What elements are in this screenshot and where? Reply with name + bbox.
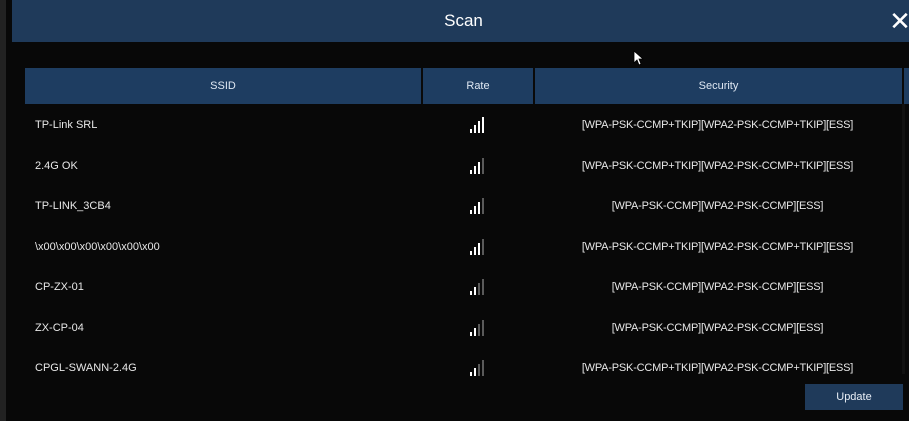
table-row[interactable]: CP-ZX-01 [WPA-PSK-CCMP][WPA2-PSK-CCMP][ES… xyxy=(25,267,909,308)
signal-bar xyxy=(474,327,476,336)
signal-bar xyxy=(470,210,472,215)
signal-bar xyxy=(470,372,472,377)
security-cell: [WPA-PSK-CCMP+TKIP][WPA2-PSK-CCMP+TKIP][… xyxy=(581,119,854,132)
signal-strength-icon xyxy=(470,198,484,215)
signal-bar xyxy=(474,125,476,134)
signal-bar xyxy=(478,283,480,296)
signal-bar xyxy=(482,319,484,336)
security-cell: [WPA-PSK-CCMP+TKIP][WPA2-PSK-CCMP+TKIP][… xyxy=(581,159,854,172)
signal-strength-icon xyxy=(470,238,484,255)
header-ssid[interactable]: SSID xyxy=(25,68,421,104)
signal-bar xyxy=(482,198,484,215)
signal-bar xyxy=(478,161,480,174)
mouse-cursor-icon xyxy=(633,50,645,66)
rate-cell xyxy=(421,360,533,377)
ssid-cell: 2.4G OK xyxy=(35,159,78,172)
ssid-cell: TP-LINK_3CB4 xyxy=(35,200,111,213)
header-rate[interactable]: Rate xyxy=(421,68,533,104)
rate-cell xyxy=(421,117,533,134)
rate-cell xyxy=(421,198,533,215)
signal-bar xyxy=(474,368,476,377)
security-cell: [WPA-PSK-CCMP][WPA2-PSK-CCMP][ESS] xyxy=(611,281,824,294)
header-spacer xyxy=(902,68,909,104)
header-security[interactable]: Security xyxy=(533,68,902,104)
rate-cell xyxy=(421,279,533,296)
ssid-cell: ZX-CP-04 xyxy=(35,321,84,334)
scrollbar[interactable] xyxy=(902,104,905,374)
wifi-scan-table: SSID Rate Security TP-Link SRL [WPA-PSK-C… xyxy=(25,68,909,389)
table-row[interactable]: ZX-CP-04 [WPA-PSK-CCMP][WPA2-PSK-CCMP][ES… xyxy=(25,308,909,349)
signal-bar xyxy=(474,287,476,296)
signal-bar xyxy=(478,364,480,377)
signal-bar xyxy=(474,165,476,174)
table-header: SSID Rate Security xyxy=(25,68,909,104)
security-cell: [WPA-PSK-CCMP+TKIP][WPA2-PSK-CCMP+TKIP][… xyxy=(581,240,854,253)
signal-strength-icon xyxy=(470,117,484,134)
rate-cell xyxy=(421,319,533,336)
signal-bar xyxy=(482,360,484,377)
close-icon[interactable]: ✕ xyxy=(887,6,909,36)
ssid-cell: \x00\x00\x00\x00\x00\x00 xyxy=(35,240,160,253)
signal-bar xyxy=(482,117,484,134)
rate-cell xyxy=(421,238,533,255)
table-row[interactable]: CPGL-SWANN-2.4G [WPA-PSK-CCMP+TKIP][WPA2-… xyxy=(25,348,909,389)
signal-bar xyxy=(478,121,480,134)
signal-bar xyxy=(474,206,476,215)
update-button[interactable]: Update xyxy=(805,384,903,410)
security-cell: [WPA-PSK-CCMP+TKIP][WPA2-PSK-CCMP+TKIP][… xyxy=(581,362,854,375)
security-cell: [WPA-PSK-CCMP][WPA2-PSK-CCMP][ESS] xyxy=(611,200,824,213)
security-cell: [WPA-PSK-CCMP][WPA2-PSK-CCMP][ESS] xyxy=(611,321,824,334)
dialog-title: Scan xyxy=(444,11,483,30)
signal-strength-icon xyxy=(470,319,484,336)
signal-bar xyxy=(470,169,472,174)
signal-bar xyxy=(474,246,476,255)
signal-bar xyxy=(470,331,472,336)
title-bar: Scan ✕ xyxy=(12,0,909,42)
ssid-cell: TP-Link SRL xyxy=(35,119,98,132)
signal-bar xyxy=(470,129,472,134)
signal-strength-icon xyxy=(470,157,484,174)
signal-strength-icon xyxy=(470,279,484,296)
ssid-cell: CPGL-SWANN-2.4G xyxy=(35,362,137,375)
signal-bar xyxy=(470,250,472,255)
ssid-cell: CP-ZX-01 xyxy=(35,281,84,294)
signal-strength-icon xyxy=(470,360,484,377)
table-row[interactable]: \x00\x00\x00\x00\x00\x00 [WPA-PSK-CCMP+TK… xyxy=(25,227,909,268)
signal-bar xyxy=(482,238,484,255)
signal-bar xyxy=(478,323,480,336)
table-body: TP-Link SRL [WPA-PSK-CCMP+TKIP][WPA2-PSK-… xyxy=(25,105,909,389)
table-row[interactable]: TP-LINK_3CB4 [WPA-PSK-CCMP][WPA2-PSK-CCMP… xyxy=(25,186,909,227)
table-row[interactable]: TP-Link SRL [WPA-PSK-CCMP+TKIP][WPA2-PSK-… xyxy=(25,105,909,146)
scan-dialog: Scan ✕ SSID Rate Security TP-Link SRL [WP… xyxy=(0,0,909,421)
signal-bar xyxy=(478,242,480,255)
rate-cell xyxy=(421,157,533,174)
signal-bar xyxy=(482,157,484,174)
signal-bar xyxy=(482,279,484,296)
signal-bar xyxy=(478,202,480,215)
signal-bar xyxy=(470,291,472,296)
table-row[interactable]: 2.4G OK [WPA-PSK-CCMP+TKIP][WPA2-PSK-CCMP… xyxy=(25,146,909,187)
